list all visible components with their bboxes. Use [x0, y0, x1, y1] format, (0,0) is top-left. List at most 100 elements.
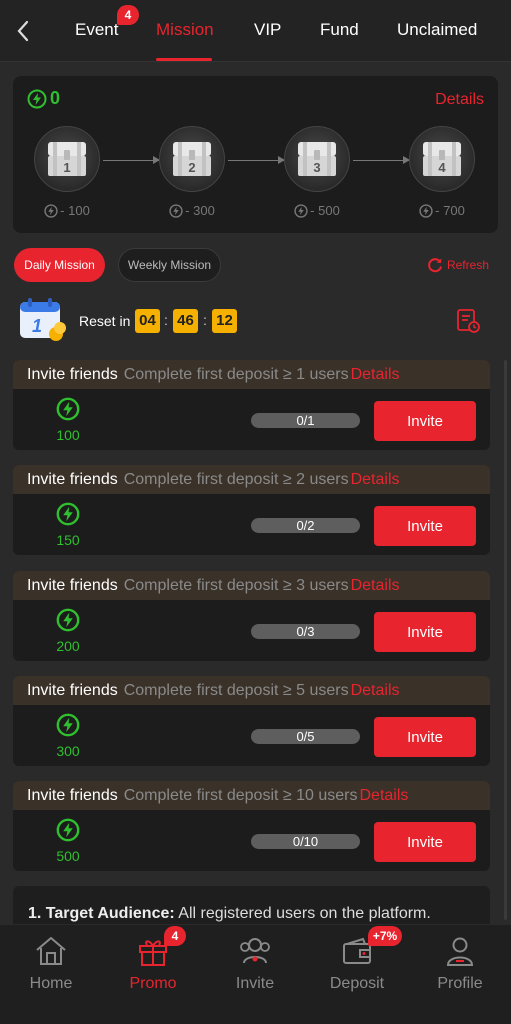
lightning-icon	[169, 203, 183, 218]
svg-text:1: 1	[32, 316, 42, 336]
invite-button[interactable]: Invite	[374, 401, 476, 441]
mission-details-link[interactable]: Details	[351, 577, 400, 595]
nav-label: Deposit	[329, 975, 385, 992]
invite-button[interactable]: Invite	[374, 717, 476, 757]
timer-seconds: 12	[212, 309, 237, 333]
invite-button[interactable]: Invite	[374, 612, 476, 652]
chest-requirement: - 300	[157, 203, 227, 218]
terms-heading: 1. Target Audience:	[28, 905, 175, 922]
arrow-right-icon	[353, 156, 410, 164]
timer-separator: :	[203, 312, 207, 328]
nav-profile[interactable]: Profile	[420, 935, 500, 993]
lightning-icon	[44, 203, 58, 218]
mission-title: Invite friends	[27, 576, 118, 594]
users-icon	[240, 938, 270, 964]
energy-balance: 0	[27, 88, 60, 109]
mission-reward: 100	[56, 427, 80, 443]
mission-header: Invite friends Complete first deposit ≥ …	[13, 465, 490, 494]
chest-number: 2	[188, 160, 196, 175]
arrow-right-icon	[228, 156, 285, 164]
chest-3[interactable]: 3	[284, 126, 350, 192]
mission-details-link[interactable]: Details	[351, 366, 400, 384]
tab-vip[interactable]: VIP	[254, 20, 281, 40]
nav-home[interactable]: Home	[11, 935, 91, 993]
tab-event[interactable]: Event	[75, 20, 118, 40]
invite-button[interactable]: Invite	[374, 506, 476, 546]
mission-reward: 150	[56, 532, 80, 548]
energy-value: 0	[50, 88, 61, 108]
mission-title: Invite friends	[27, 681, 118, 699]
mission-title: Invite friends	[27, 470, 118, 488]
chest-requirement: - 500	[282, 203, 352, 218]
terms-text: 1. Target Audience: All registered users…	[28, 905, 431, 923]
mission-details-link[interactable]: Details	[351, 682, 400, 700]
deposit-bonus-badge: +7%	[368, 926, 402, 946]
chevron-left-icon	[17, 20, 29, 42]
lightning-icon	[419, 203, 433, 218]
top-nav-bar: Event 4 Mission VIP Fund Unclaimed	[0, 0, 511, 62]
terms-body: All registered users on the platform.	[174, 905, 431, 922]
active-tab-indicator	[156, 58, 212, 61]
tab-mission[interactable]: Mission	[156, 20, 214, 40]
mission-reward: 500	[56, 848, 80, 864]
lightning-icon	[56, 502, 80, 526]
chest-number: 4	[438, 160, 446, 175]
event-badge: 4	[117, 5, 139, 25]
mission-description: Complete first deposit ≥ 1 users	[123, 365, 349, 383]
mission-description: Complete first deposit ≥ 2 users	[123, 470, 349, 488]
tab-weekly-mission[interactable]: Weekly Mission	[118, 248, 221, 282]
chest-4[interactable]: 4	[409, 126, 475, 192]
mission-description: Complete first deposit ≥ 5 users	[123, 681, 349, 699]
mission-reward: 200	[56, 638, 80, 654]
chest-details-link[interactable]: Details	[435, 91, 484, 109]
promo-badge: 4	[164, 926, 186, 946]
reset-label: Reset in	[79, 313, 131, 329]
chest-2[interactable]: 2	[159, 126, 225, 192]
chest-number: 3	[313, 160, 321, 175]
timer-separator: :	[164, 312, 168, 328]
mission-progress: 0/3	[251, 624, 360, 639]
nav-label: Invite	[235, 975, 275, 992]
record-list-icon[interactable]	[455, 308, 481, 334]
lightning-icon	[56, 397, 80, 421]
mission-header: Invite friends Complete first deposit ≥ …	[13, 360, 490, 389]
mission-progress: 0/10	[251, 834, 360, 849]
mission-card: Invite friends Complete first deposit ≥ …	[13, 676, 490, 766]
lightning-icon	[27, 89, 47, 108]
mission-title: Invite friends	[27, 786, 118, 804]
chest-1[interactable]: 1	[34, 126, 100, 192]
back-button[interactable]	[10, 16, 36, 46]
tab-daily-mission[interactable]: Daily Mission	[14, 248, 105, 282]
arrow-right-icon	[103, 156, 160, 164]
invite-button[interactable]: Invite	[374, 822, 476, 862]
mission-progress: 0/2	[251, 518, 360, 533]
refresh-button[interactable]: Refresh	[426, 256, 489, 274]
mission-card: Invite friends Complete first deposit ≥ …	[13, 571, 490, 661]
scrollbar[interactable]	[504, 360, 507, 920]
nav-label: Promo	[129, 975, 177, 992]
mission-header: Invite friends Complete first deposit ≥ …	[13, 676, 490, 705]
tab-fund[interactable]: Fund	[320, 20, 359, 40]
mission-details-link[interactable]: Details	[351, 471, 400, 489]
refresh-label: Refresh	[446, 258, 489, 272]
mission-progress: 0/5	[251, 729, 360, 744]
bottom-nav-bar: Home Promo Invite Deposit Profile	[0, 924, 511, 1024]
nav-label: Profile	[437, 975, 483, 992]
mission-title: Invite friends	[27, 365, 118, 383]
refresh-icon	[428, 258, 442, 273]
mission-card: Invite friends Complete first deposit ≥ …	[13, 465, 490, 555]
nav-invite[interactable]: Invite	[215, 935, 295, 993]
mission-card: Invite friends Complete first deposit ≥ …	[13, 781, 490, 871]
chest-progress-card: 0 Details 1 2 3 4 - 100 - 300 - 500 - 70…	[13, 76, 498, 233]
mission-header: Invite friends Complete first deposit ≥ …	[13, 571, 490, 600]
lightning-icon	[294, 203, 308, 218]
tab-unclaimed[interactable]: Unclaimed	[397, 20, 477, 40]
chest-requirement: - 700	[407, 203, 477, 218]
profile-icon	[446, 937, 474, 966]
timer-minutes: 46	[173, 309, 198, 333]
mission-card: Invite friends Complete first deposit ≥ …	[13, 360, 490, 450]
chest-requirement: - 100	[32, 203, 102, 218]
lightning-icon	[56, 818, 80, 842]
mission-details-link[interactable]: Details	[360, 787, 409, 805]
nav-label: Home	[29, 975, 73, 992]
